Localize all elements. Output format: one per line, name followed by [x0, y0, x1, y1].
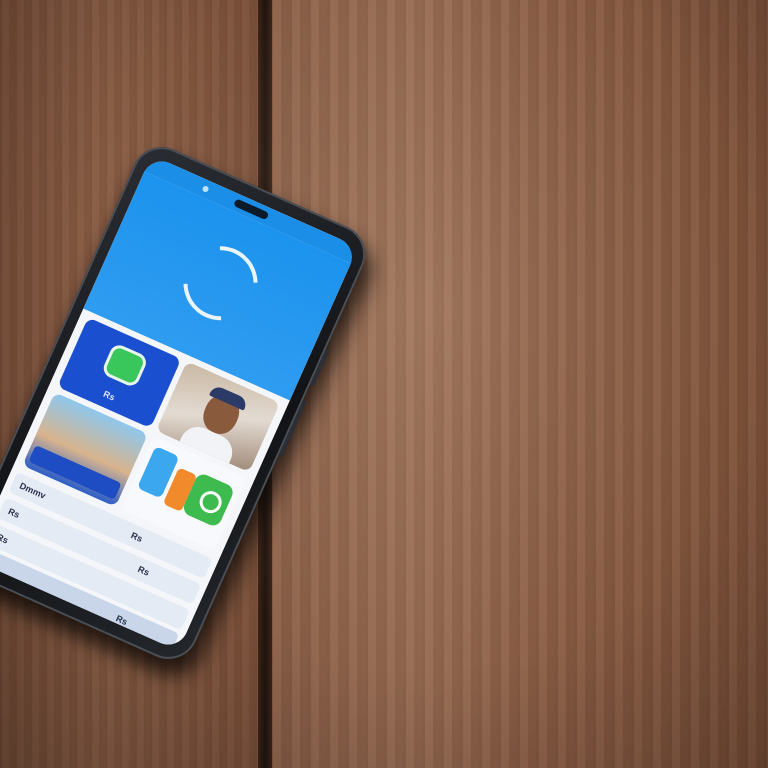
loading-spinner-icon [168, 230, 273, 336]
phone-app-mark-icon [196, 487, 226, 517]
message-bubble-icon [100, 342, 150, 389]
list-item-left: Rs [6, 506, 22, 520]
photo-scene: Rs Dmmv Rs Rs Rs Rs Rs [0, 0, 768, 768]
list-item-right: Rs [129, 530, 145, 545]
list-item-right: Rs [114, 613, 129, 628]
camera-lens [201, 185, 210, 193]
list-item-right: Rs [136, 563, 151, 578]
list-item-left: Rs [0, 531, 10, 546]
list-item-left: Dmmv [18, 480, 48, 501]
